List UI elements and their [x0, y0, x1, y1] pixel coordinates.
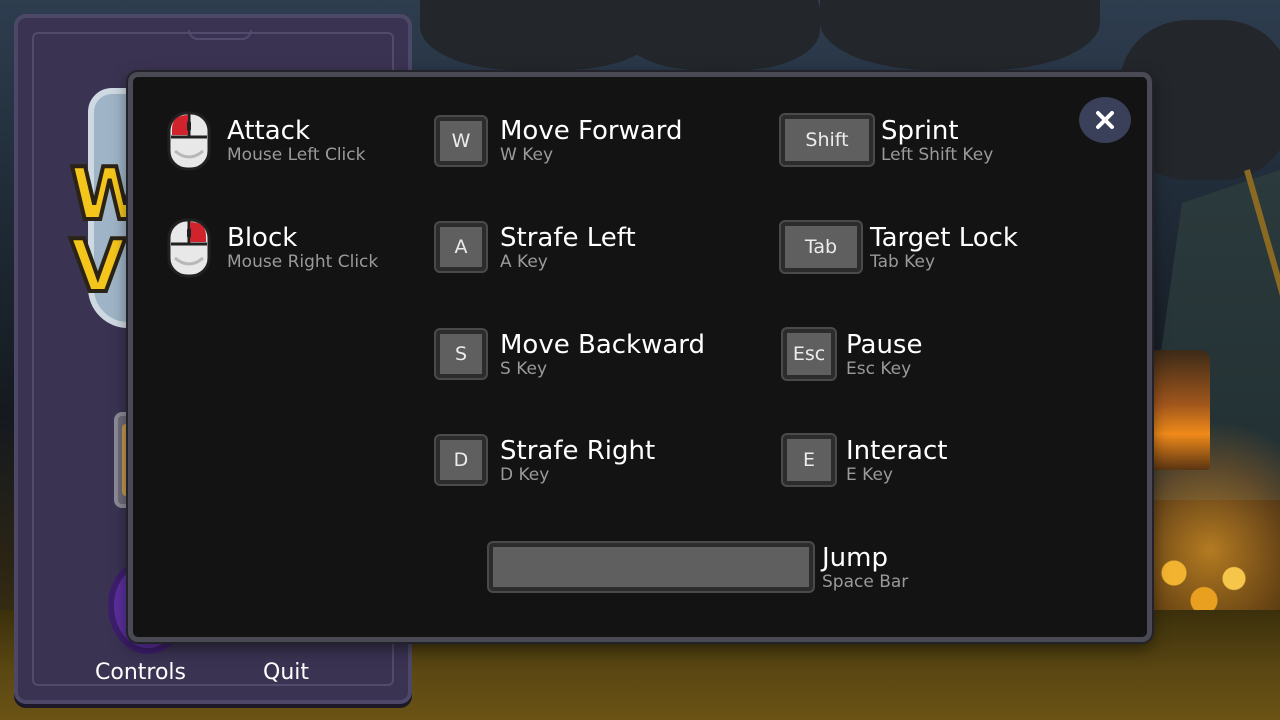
action-name: Strafe Right — [500, 436, 656, 466]
action-name: Strafe Left — [500, 223, 636, 253]
keycap-esc[interactable]: Esc — [783, 329, 835, 379]
key-name: A Key — [500, 252, 548, 272]
main-menu-notch — [188, 30, 252, 40]
close-icon — [1096, 111, 1114, 129]
keycap-e[interactable]: E — [783, 435, 835, 485]
action-name: Pause — [846, 330, 923, 360]
action-name: Block — [227, 223, 298, 253]
key-name: Tab Key — [870, 252, 936, 272]
keycap-s[interactable]: S — [436, 330, 486, 378]
key-name: W Key — [500, 145, 554, 165]
key-name: Mouse Right Click — [227, 252, 379, 272]
controls-button[interactable]: Controls — [95, 660, 186, 685]
logo-text-line2: V — [68, 222, 128, 310]
keycap-w[interactable]: W — [436, 117, 486, 165]
action-name: Jump — [822, 543, 888, 573]
quit-button[interactable]: Quit — [263, 660, 309, 685]
key-name: D Key — [500, 465, 550, 485]
action-name: Attack — [227, 116, 311, 146]
mouse-right-click-icon — [167, 218, 211, 278]
controls-panel: Attack Mouse Left Click Block Mouse Righ… — [128, 72, 1152, 642]
action-name: Sprint — [881, 116, 959, 146]
action-name: Interact — [846, 436, 948, 466]
mouse-left-click-icon — [167, 111, 211, 171]
action-name: Move Forward — [500, 116, 683, 146]
tree-foliage — [620, 0, 820, 70]
close-button[interactable] — [1079, 97, 1131, 143]
keycap-tab[interactable]: Tab — [781, 222, 861, 272]
key-name: Left Shift Key — [881, 145, 994, 165]
key-name: Esc Key — [846, 359, 912, 379]
action-name: Target Lock — [870, 223, 1018, 253]
action-name: Move Backward — [500, 330, 706, 360]
key-name: Mouse Left Click — [227, 145, 366, 165]
key-name: S Key — [500, 359, 548, 379]
keycap-shift[interactable]: Shift — [781, 115, 873, 165]
key-name: E Key — [846, 465, 893, 485]
keycap-space-bar[interactable] — [489, 543, 813, 591]
keycap-d[interactable]: D — [436, 436, 486, 484]
keycap-a[interactable]: A — [436, 223, 486, 271]
key-name: Space Bar — [822, 572, 909, 592]
